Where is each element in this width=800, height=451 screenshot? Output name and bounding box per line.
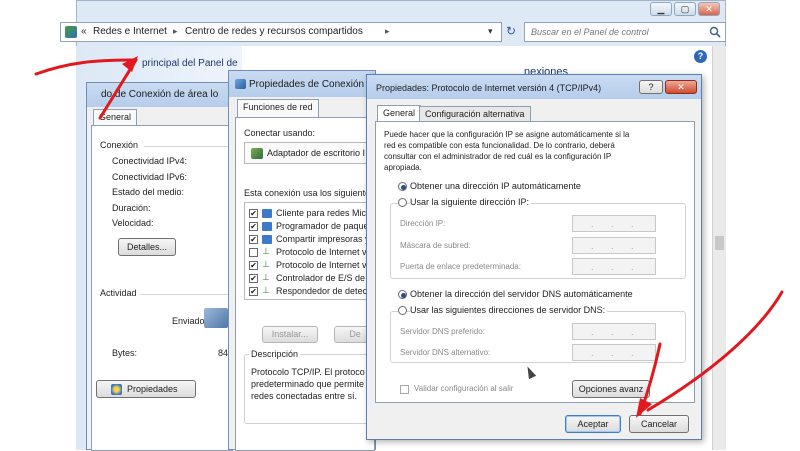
red-arrowhead-top <box>122 56 138 72</box>
red-arrow-bottom <box>646 290 784 412</box>
annotation-arrows <box>34 56 784 418</box>
red-arrow-top <box>34 58 138 76</box>
